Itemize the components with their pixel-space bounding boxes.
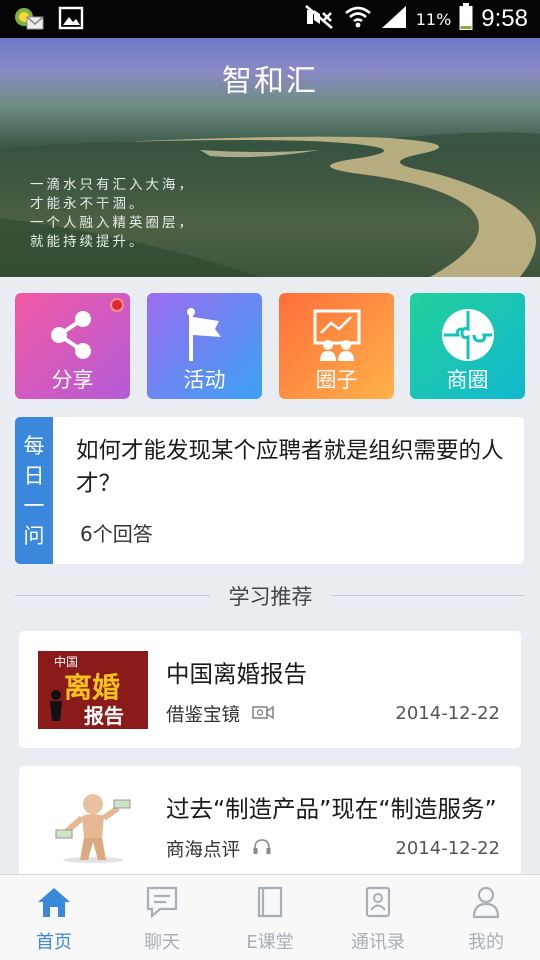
video-icon [252, 704, 274, 725]
item-source: 借鉴宝镜 [166, 701, 274, 727]
answer-count[interactable]: 6个回答 [80, 518, 153, 547]
share-icon [15, 307, 130, 363]
banner-caption: 一滴水只有汇入大海， 才能永不干涸。 一个人融入精英圈层， 就能持续提升。 [30, 177, 195, 250]
nav-contacts[interactable]: 通讯录 [324, 875, 432, 960]
svg-text:离婚: 离婚 [64, 671, 120, 704]
nav-e-classroom[interactable]: E课堂 [216, 875, 324, 960]
nav-home[interactable]: 首页 [0, 875, 108, 960]
book-icon [216, 885, 324, 921]
nav-chat[interactable]: 聊天 [108, 875, 216, 960]
signal-icon [380, 4, 408, 34]
flag-icon [147, 307, 262, 363]
daily-question-text: 如何才能发现某个应聘者就是组织需要的人才？ [76, 438, 504, 497]
contacts-icon [324, 885, 432, 921]
thumbnail-image [38, 786, 148, 864]
recommendation-item[interactable]: 中国 离婚 报告 中国离婚报告 借鉴宝镜 2014-12-22 [19, 631, 521, 748]
circle-label: 圈子 [315, 368, 358, 392]
battery-icon [459, 3, 473, 35]
svg-text:报告: 报告 [84, 704, 124, 728]
share-label: 分享 [51, 368, 94, 392]
app-title: 智和汇 [222, 64, 318, 99]
nav-me[interactable]: 我的 [432, 875, 540, 960]
home-icon [0, 885, 108, 921]
battery-percent: 11% [415, 9, 452, 29]
thumbnail-image: 中国 离婚 报告 [38, 651, 148, 729]
item-source: 商海点评 [166, 836, 272, 862]
item-date: 2014-12-22 [395, 703, 500, 724]
recommendation-item[interactable]: 过去“制造产品”现在“制造服务” 商海点评 2014-12-22 [19, 766, 521, 886]
clock: 9:58 [481, 5, 528, 32]
notification-dot [110, 298, 124, 312]
share-tile[interactable]: 分享 [15, 293, 130, 399]
puzzle-icon [410, 307, 525, 363]
user-icon [432, 885, 540, 921]
notification-mail-icon [14, 6, 44, 34]
activity-label: 活动 [183, 368, 226, 392]
daily-question-card[interactable]: 每 日 一 问 如何才能发现某个应聘者就是组织需要的人才？ 6个回答 [15, 417, 524, 564]
bottom-navigation: 首页 聊天 E课堂 通讯录 我的 [0, 874, 540, 960]
divider [331, 595, 524, 596]
status-bar: 11% 9:58 [0, 0, 540, 38]
presentation-board-icon [279, 307, 394, 363]
svg-text:中国: 中国 [54, 654, 78, 669]
item-date: 2014-12-22 [395, 838, 500, 859]
business-circle-tile[interactable]: 商圈 [410, 293, 525, 399]
mute-icon [304, 4, 336, 34]
notification-image-icon [58, 6, 84, 34]
business-circle-label: 商圈 [446, 368, 489, 392]
daily-question-tag: 每 日 一 问 [15, 417, 53, 564]
circle-tile[interactable]: 圈子 [279, 293, 394, 399]
chat-icon [108, 885, 216, 921]
item-title: 中国离婚报告 [166, 660, 307, 688]
activity-tile[interactable]: 活动 [147, 293, 262, 399]
wifi-icon [344, 4, 372, 34]
banner[interactable]: 智和汇 一滴水只有汇入大海， 才能永不干涸。 一个人融入精英圈层， 就能持续提升… [0, 38, 540, 277]
section-header: 学习推荐 [15, 578, 524, 612]
headphones-icon [252, 838, 272, 861]
divider [15, 595, 210, 596]
section-title: 学习推荐 [228, 585, 313, 609]
item-title: 过去“制造产品”现在“制造服务” [166, 795, 497, 823]
